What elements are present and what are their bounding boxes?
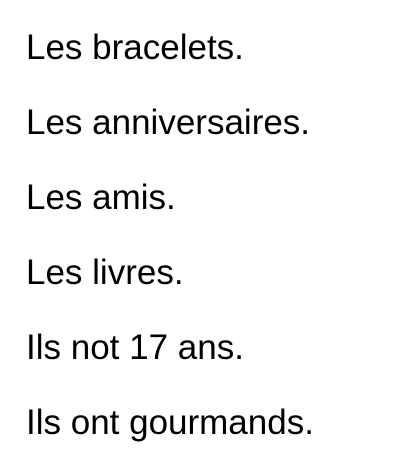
text-line-2: Les anniversaires. [26, 103, 311, 142]
text-line-1: Les bracelets. [26, 28, 244, 67]
text-line-3: Les amis. [26, 178, 176, 217]
text-line-6: Ils ont gourmands. [26, 403, 314, 442]
document-body: Les bracelets. Les anniversaires. Les am… [26, 29, 402, 442]
text-line-4: Les livres. [26, 253, 184, 292]
text-line-5: Ils not 17 ans. [26, 328, 244, 367]
